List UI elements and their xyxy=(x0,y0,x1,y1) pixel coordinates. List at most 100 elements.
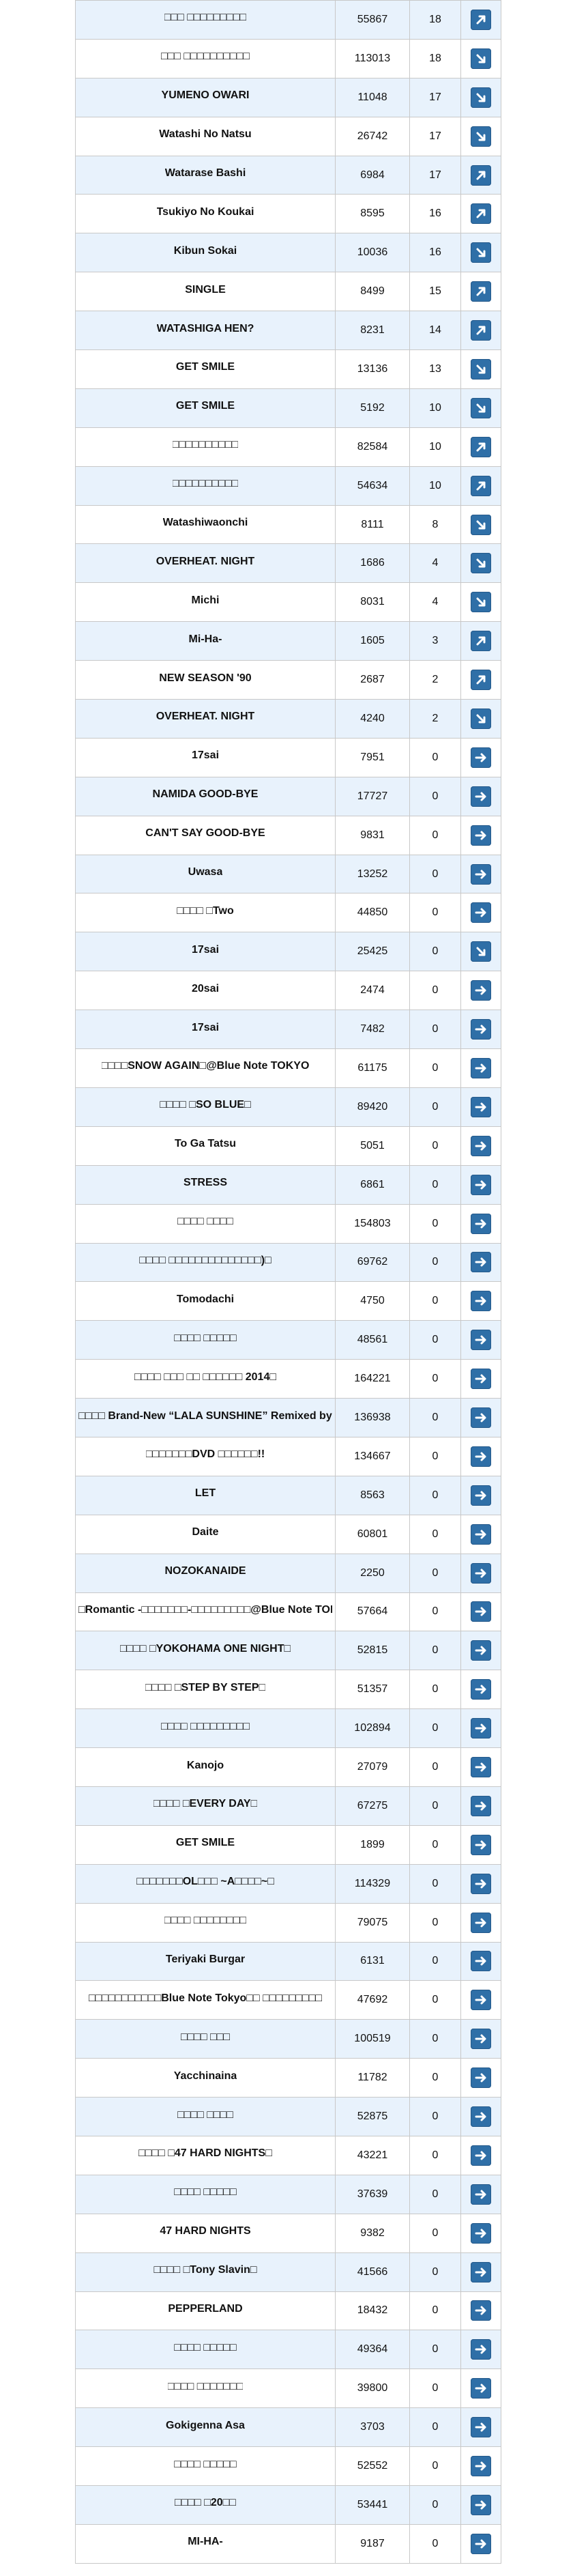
table-row: To Ga Tatsu 5051 0 xyxy=(75,1126,501,1166)
trend-button[interactable] xyxy=(471,397,491,418)
trend-button[interactable] xyxy=(471,670,491,691)
trend-button[interactable] xyxy=(471,1562,491,1584)
arrow-right-icon xyxy=(475,1491,486,1500)
trend-button[interactable] xyxy=(471,320,491,341)
title-text: NEW SEASON '90 xyxy=(159,672,252,684)
trend-button[interactable] xyxy=(471,747,491,768)
trend-button[interactable] xyxy=(471,2533,491,2554)
trend-button[interactable] xyxy=(471,1252,491,1273)
title-cell: OVERHEAT. NIGHT xyxy=(75,699,336,739)
trend-button[interactable] xyxy=(471,1485,491,1506)
arrow-right-icon xyxy=(475,1413,486,1422)
trend-button[interactable] xyxy=(471,358,491,380)
trend-button[interactable] xyxy=(471,1640,491,1661)
trend-button[interactable] xyxy=(471,1951,491,1972)
trend-button[interactable] xyxy=(471,941,491,962)
trend-button[interactable] xyxy=(471,863,491,885)
trend-button[interactable] xyxy=(471,1019,491,1040)
trend-button[interactable] xyxy=(471,2145,491,2166)
trend-cell xyxy=(460,155,501,195)
arrow-right-icon xyxy=(475,1335,486,1345)
trend-button[interactable] xyxy=(471,2300,491,2321)
trend-button[interactable] xyxy=(471,1601,491,1622)
table-row: □□□□□□□DVD □□□□□□!! 134667 0 xyxy=(75,1436,501,1476)
trend-button[interactable] xyxy=(471,203,491,225)
trend-button[interactable] xyxy=(471,553,491,574)
title-text: GET SMILE xyxy=(175,400,235,412)
trend-button[interactable] xyxy=(471,786,491,807)
arrow-right-icon xyxy=(475,2539,486,2549)
trend-button[interactable] xyxy=(471,1174,491,1195)
title-cell: □□□□ Brand-New “LALA SUNSHINE” Remixed b… xyxy=(75,1398,336,1437)
trend-button[interactable] xyxy=(471,2067,491,2089)
trend-button[interactable] xyxy=(471,87,491,108)
count-cell: 5192 xyxy=(335,388,410,428)
trend-button[interactable] xyxy=(471,1834,491,1855)
arrow-right-icon xyxy=(475,1530,486,1539)
trend-button[interactable] xyxy=(471,281,491,302)
table-row: □□□□□□□□□□□Blue Note Tokyo□□ □□□□□□□□□ 47… xyxy=(75,1980,501,2020)
arrow-right-icon xyxy=(475,2345,486,2354)
trend-button[interactable] xyxy=(471,1679,491,1700)
trend-button[interactable] xyxy=(471,2222,491,2244)
trend-button[interactable] xyxy=(471,48,491,69)
trend-button[interactable] xyxy=(471,902,491,924)
arrow-right-icon xyxy=(475,1063,486,1073)
table-row: □□□□SNOW AGAIN□@Blue Note TOKYO 61175 0 xyxy=(75,1048,501,1088)
count-cell: 82584 xyxy=(335,427,410,467)
title-cell: Watashiwaonchi xyxy=(75,504,336,545)
trend-button[interactable] xyxy=(471,1291,491,1312)
trend-button[interactable] xyxy=(471,1757,491,1778)
trend-button[interactable] xyxy=(471,1330,491,1351)
trend-button[interactable] xyxy=(471,1213,491,1234)
trend-button[interactable] xyxy=(471,2029,491,2050)
trend-button[interactable] xyxy=(471,1096,491,1117)
trend-button[interactable] xyxy=(471,708,491,729)
trend-cell xyxy=(460,1747,501,1787)
count-cell: 25425 xyxy=(335,932,410,972)
score-cell: 0 xyxy=(409,1941,461,1981)
arrow-up-right-icon xyxy=(476,287,486,296)
trend-button[interactable] xyxy=(471,1718,491,1739)
trend-button[interactable] xyxy=(471,514,491,535)
trend-button[interactable] xyxy=(471,1795,491,1816)
trend-button[interactable] xyxy=(471,2494,491,2515)
trend-button[interactable] xyxy=(471,436,491,457)
trend-button[interactable] xyxy=(471,475,491,496)
trend-button[interactable] xyxy=(471,2339,491,2360)
trend-button[interactable] xyxy=(471,2417,491,2438)
trend-button[interactable] xyxy=(471,1990,491,2011)
trend-button[interactable] xyxy=(471,825,491,846)
arrow-right-icon xyxy=(475,831,486,840)
trend-button[interactable] xyxy=(471,631,491,652)
trend-button[interactable] xyxy=(471,592,491,613)
trend-button[interactable] xyxy=(471,1523,491,1545)
trend-button[interactable] xyxy=(471,2106,491,2128)
trend-button[interactable] xyxy=(471,1446,491,1467)
trend-button[interactable] xyxy=(471,1135,491,1156)
title-text: □□□□ □20□□ xyxy=(175,2497,236,2509)
trend-button[interactable] xyxy=(471,2261,491,2282)
title-cell: □□□□ □□□□□□□□ xyxy=(75,1902,336,1943)
count-cell: 1605 xyxy=(335,621,410,661)
score-cell: 10 xyxy=(409,466,461,506)
trend-button[interactable] xyxy=(471,2184,491,2205)
arrow-down-right-icon xyxy=(476,520,486,530)
trend-button[interactable] xyxy=(471,164,491,186)
trend-button[interactable] xyxy=(471,2378,491,2399)
trend-button[interactable] xyxy=(471,2456,491,2477)
count-cell: 44850 xyxy=(335,893,410,933)
trend-button[interactable] xyxy=(471,980,491,1001)
trend-button[interactable] xyxy=(471,1369,491,1390)
trend-button[interactable] xyxy=(471,126,491,147)
score-cell: 0 xyxy=(409,815,461,855)
trend-button[interactable] xyxy=(471,1873,491,1894)
score-cell: 0 xyxy=(409,932,461,972)
trend-button[interactable] xyxy=(471,1407,491,1428)
trend-button[interactable] xyxy=(471,1057,491,1078)
table-row: □□□□ □Tony Slavin□ 41566 0 xyxy=(75,2252,501,2292)
table-row: □□□□ □□□□□□□□□ 102894 0 xyxy=(75,1708,501,1749)
trend-button[interactable] xyxy=(471,9,491,30)
trend-button[interactable] xyxy=(471,242,491,263)
trend-button[interactable] xyxy=(471,1912,491,1933)
